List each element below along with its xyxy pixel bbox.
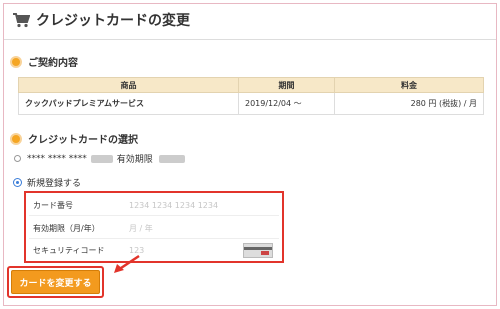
card-number-input[interactable]: 1234 1234 1234 1234 (129, 201, 218, 210)
contract-heading-label: ご契約内容 (28, 58, 78, 69)
existing-card-masked: **** **** **** (27, 153, 87, 164)
new-card-form: カード番号 1234 1234 1234 1234 有効期限（月/年） 月 / … (24, 191, 284, 263)
column-header-product: 商品 (18, 77, 239, 93)
page-header: クレジットカードの変更 (12, 10, 190, 30)
expiry-input[interactable]: 月 / 年 (129, 223, 153, 234)
card-selection-heading: クレジットカードの選択 (10, 131, 138, 146)
submit-highlight: カードを変更する (7, 266, 104, 298)
new-card-radio[interactable] (14, 179, 21, 186)
card-selection-heading-label: クレジットカードの選択 (28, 135, 138, 146)
bullet-icon (10, 55, 22, 68)
existing-card-option[interactable]: **** **** **** 有効期限 (14, 152, 185, 165)
existing-card-radio[interactable] (14, 155, 21, 162)
arrow-icon (114, 254, 140, 273)
table-header-row: 商品 期間 料金 (18, 77, 484, 93)
table-row: クックパッドプレミアムサービス 2019/12/04 〜 280 円 (税抜) … (18, 92, 484, 115)
card-back-icon (243, 243, 273, 258)
bullet-icon (10, 132, 22, 145)
price-cell: 280 円 (税抜) / 月 (334, 92, 484, 115)
existing-card-expiry-label: 有効期限 (116, 155, 153, 165)
contract-table: 商品 期間 料金 クックパッドプレミアムサービス 2019/12/04 〜 28… (18, 77, 484, 115)
expiry-label: 有効期限（月/年） (33, 223, 100, 233)
redacted-digits (90, 154, 113, 163)
new-card-option[interactable]: 新規登録する (14, 176, 81, 189)
shopping-cart-icon (13, 13, 30, 28)
expiry-row: 有効期限（月/年） 月 / 年 (29, 218, 279, 239)
change-card-button[interactable]: カードを変更する (11, 270, 100, 294)
security-code-row: セキュリティコード 123 (29, 240, 279, 260)
card-number-row: カード番号 1234 1234 1234 1234 (29, 195, 279, 216)
card-number-label: カード番号 (33, 200, 73, 210)
column-header-period: 期間 (238, 77, 335, 93)
page-title: クレジットカードの変更 (36, 13, 190, 29)
contract-heading: ご契約内容 (10, 54, 78, 69)
product-cell: クックパッドプレミアムサービス (18, 92, 239, 115)
redacted-expiry (158, 154, 185, 163)
column-header-price: 料金 (334, 77, 484, 93)
header-divider (4, 39, 496, 40)
period-cell: 2019/12/04 〜 (238, 92, 335, 115)
new-card-label: 新規登録する (27, 179, 82, 189)
